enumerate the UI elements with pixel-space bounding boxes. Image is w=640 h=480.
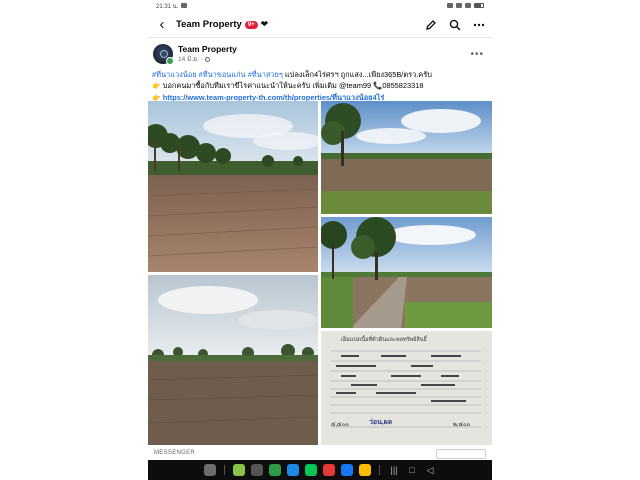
online-dot [166,57,174,65]
status-bar: 21:31 น. [148,0,492,11]
notification-icon [181,3,188,8]
hashtag-link[interactable]: #ที่นาขอนแก่น [199,70,246,79]
grid-icon[interactable] [204,464,216,476]
post-text: #ที่นาแวงน้อย #ที่นาขอนแก่น #ที่นาสวยๆ แ… [152,69,488,104]
photo-dirt-road[interactable] [321,217,492,328]
back-arrow-icon[interactable]: ‹ [154,16,170,33]
document-value-right: ๒,๔๐๐ [453,422,471,428]
photo-cloudy-field[interactable] [148,275,318,445]
shield-icon[interactable] [269,464,281,476]
back-icon[interactable]: ◁ [424,465,436,476]
post-meta: 14 มิ.ย. · [178,54,237,64]
phone-screen: 21:31 น. ‹ Team Property 9+ ❤ Team Prope… [148,0,492,480]
globe-icon [204,56,210,62]
post-contact-text: บอกคนมาซื้อกับทีมเราขีไรค่าแนะนำให้นะครั… [162,81,337,90]
more-options-icon[interactable] [472,18,486,32]
document-stamp: ว่อน,ผล [369,418,393,426]
hashtag-link[interactable]: #ที่นาสวยๆ [248,70,283,79]
document-value-left: ๔,๔๐๐ [331,422,349,428]
photo-image [148,101,318,272]
page-title[interactable]: Team Property [176,19,242,30]
recent-apps-icon[interactable]: ||| [388,465,400,475]
messenger-label: MESSENGER [154,450,196,456]
search-icon[interactable] [448,18,462,32]
battery-icon [474,3,484,8]
messenger-input[interactable] [436,449,486,459]
maps-icon[interactable] [359,464,371,476]
wifi-icon [456,3,462,8]
photo-grid: เอ็มแบ่งเนื้อที่ตัวดินและพลทรัพย์สินธิ์ … [148,101,492,445]
photo-land-document[interactable]: เอ็มแบ่งเนื้อที่ตัวดินและพลทรัพย์สินธิ์ … [321,331,492,445]
facebook-icon[interactable] [341,464,353,476]
post-header: Team Property 14 มิ.ย. · ••• [152,42,488,66]
line-icon[interactable] [305,464,317,476]
android-icon[interactable] [233,464,245,476]
post-more-button[interactable]: ••• [470,49,484,60]
pointing-hand-icon: 👉 [152,83,161,90]
taskbar: ||| □ ◁ [148,460,492,480]
photo-image [148,275,318,445]
hashtag-link[interactable]: #ที่นาแวงน้อย [152,70,197,79]
post-line-1: #ที่นาแวงน้อย #ที่นาขอนแก่น #ที่นาสวยๆ แ… [152,69,488,80]
bluetooth-icon [447,3,453,8]
post-description: แปลงเล็ก4ไร่ศรฯ ถูกแสง...เพียง365B/ตรว.ค… [282,70,432,79]
photo-field-tree[interactable] [321,101,492,214]
messenger-bar: MESSENGER [148,447,492,459]
document-heading: เอ็มแบ่งเนื้อที่ตัวดินและพลทรัพย์สินธิ์ [341,337,427,343]
avatar[interactable] [153,44,174,65]
post-date[interactable]: 14 มิ.ย. [178,54,199,64]
post-author[interactable]: Team Property [178,44,237,54]
photo-image [321,101,492,214]
post-contact-id: @team99 📞0855823318 [338,81,424,90]
camera-icon[interactable] [251,464,263,476]
home-icon[interactable]: □ [406,465,418,475]
heart-icon[interactable]: ❤ [261,19,269,30]
edit-icon[interactable] [424,18,438,32]
post-line-2: 👉 บอกคนมาซื้อกับทีมเราขีไรค่าแนะนำให้นะค… [152,80,488,92]
photo-field-palms[interactable] [148,101,318,272]
signal-icon [465,3,471,8]
app-bar: ‹ Team Property 9+ ❤ [148,12,492,38]
status-time: 21:31 น. [156,3,179,10]
chrome-icon[interactable] [323,464,335,476]
files-icon[interactable] [287,464,299,476]
notification-badge: 9+ [244,20,258,29]
photo-image [321,217,492,328]
